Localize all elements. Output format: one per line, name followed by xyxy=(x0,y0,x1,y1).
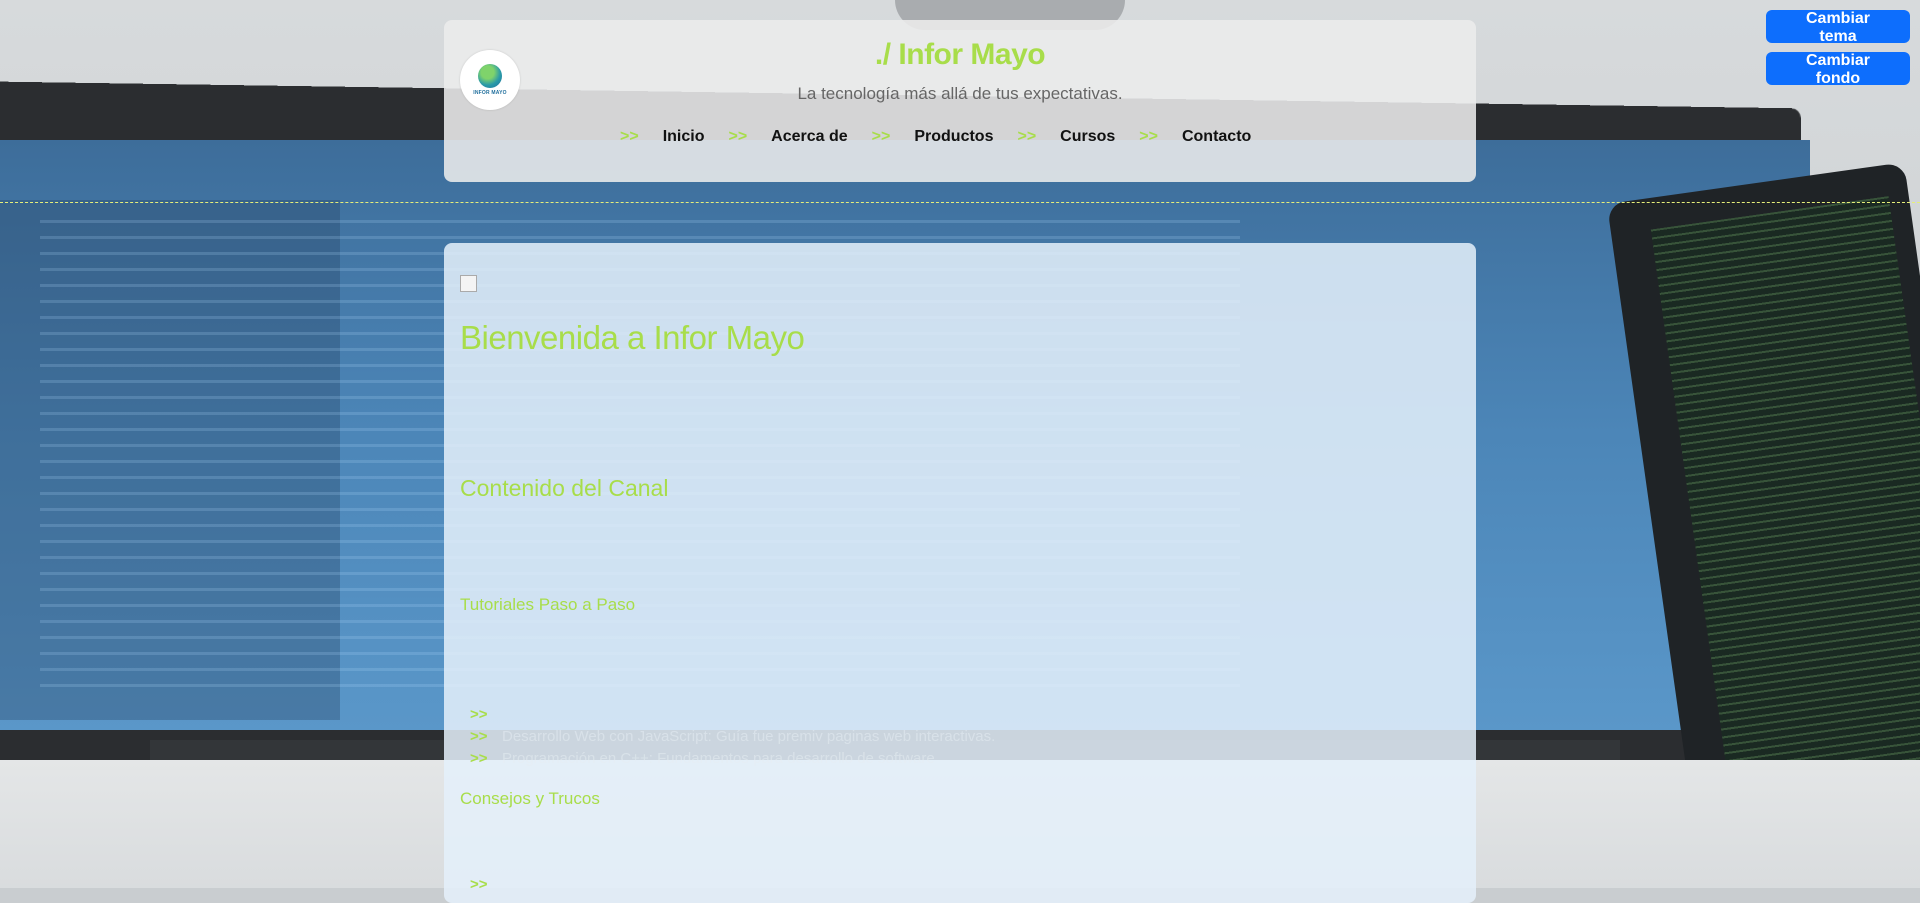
arrow-icon: >> xyxy=(470,727,488,745)
nav-separator: >> xyxy=(871,128,891,145)
nav-separator: >> xyxy=(620,128,639,145)
divider xyxy=(0,202,1920,203)
main-nav: >> Inicio >> Acerca de >> Productos >> C… xyxy=(620,128,1320,146)
channel-heading: Contenido del Canal xyxy=(460,475,669,501)
tutorials-heading: Tutoriales Paso a Paso xyxy=(460,595,636,614)
change-background-button[interactable]: Cambiar fondo xyxy=(1766,52,1910,87)
site-tagline: La tecnología más allá de tus expectativ… xyxy=(797,84,1123,103)
nav-separator: >> xyxy=(1139,128,1158,145)
list-item: >> xyxy=(470,703,995,725)
main-content: Bienvenida a Infor Mayo Contenido del Ca… xyxy=(444,243,1476,903)
nav-item-contacto[interactable]: Contacto xyxy=(1182,128,1251,146)
list-item: >> Desarrollo Web con JavaScript: Guía f… xyxy=(470,725,995,747)
nav-separator: >> xyxy=(1017,128,1037,145)
nav-item-cursos[interactable]: Cursos xyxy=(1060,128,1115,146)
site-title: ./ Infor Mayo xyxy=(874,38,1046,71)
change-theme-button[interactable]: Cambiar tema xyxy=(1766,10,1910,45)
list-item: >> Programación en C++: Fundamentos para… xyxy=(470,747,995,769)
list-item-text: Programación en C++: Fundamentos para de… xyxy=(502,749,935,767)
nav-item-acerca[interactable]: Acerca de xyxy=(771,128,848,146)
nav-item-productos[interactable]: Productos xyxy=(914,128,993,146)
broken-image-icon xyxy=(460,275,477,292)
nav-separator: >> xyxy=(728,128,748,145)
welcome-heading: Bienvenida a Infor Mayo xyxy=(460,319,805,356)
site-header: INFOR MAYO ./ Infor Mayo La tecnología m… xyxy=(444,20,1476,182)
arrow-icon: >> xyxy=(470,875,488,893)
list-item: >> xyxy=(470,873,502,895)
list-item-text: Desarrollo Web con JavaScript: Guía fue … xyxy=(502,727,996,745)
arrow-icon: >> xyxy=(470,705,488,723)
tips-list: >> xyxy=(470,873,502,895)
nav-item-inicio[interactable]: Inicio xyxy=(663,128,705,146)
tips-heading: Consejos y Trucos xyxy=(460,789,600,808)
tutorials-list: >> >> Desarrollo Web con JavaScript: Guí… xyxy=(470,703,995,769)
arrow-icon: >> xyxy=(470,749,488,767)
